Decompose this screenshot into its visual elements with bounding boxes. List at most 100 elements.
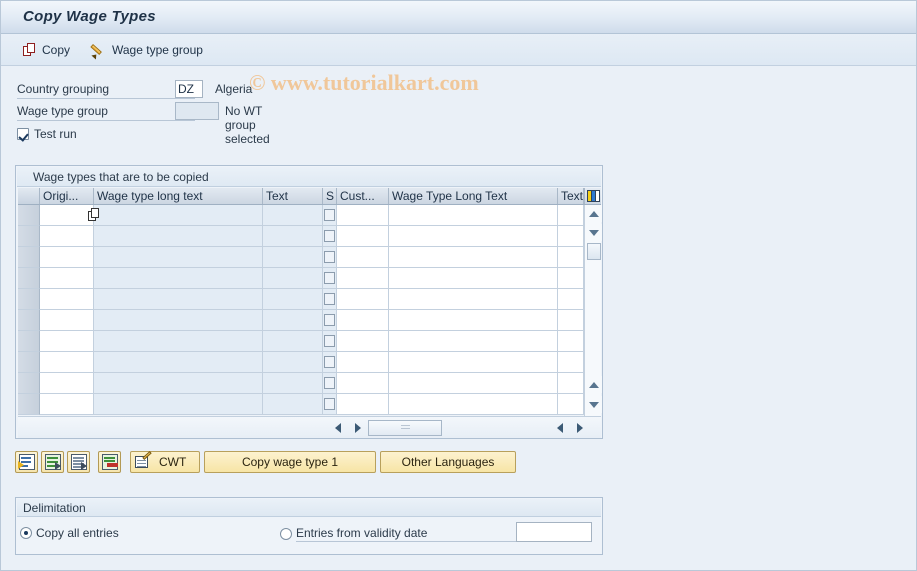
table-cell-s[interactable]: [323, 310, 337, 331]
table-cell-text2[interactable]: [558, 289, 584, 310]
table-cell-wt_long_text_2[interactable]: [389, 352, 558, 373]
scroll-page-up-button[interactable]: [585, 376, 602, 393]
table-row[interactable]: [18, 268, 601, 289]
table-cell-cust[interactable]: [337, 373, 389, 394]
table-cell-s[interactable]: [323, 268, 337, 289]
table-cell-wt_long_text[interactable]: [94, 268, 263, 289]
scroll-left-button[interactable]: [330, 420, 346, 436]
table-cell-origin[interactable]: [40, 205, 94, 226]
other-languages-button[interactable]: Other Languages: [380, 451, 516, 473]
table-row-selector[interactable]: [18, 373, 40, 394]
table-cell-wt_long_text[interactable]: [94, 226, 263, 247]
table-cell-text2[interactable]: [558, 373, 584, 394]
row-select-checkbox[interactable]: [324, 314, 335, 326]
row-select-checkbox[interactable]: [324, 251, 335, 263]
table-cell-text1[interactable]: [263, 226, 323, 247]
table-cell-cust[interactable]: [337, 268, 389, 289]
table-cell-wt_long_text[interactable]: [94, 394, 263, 415]
table-cell-text1[interactable]: [263, 310, 323, 331]
table-cell-wt_long_text[interactable]: [94, 205, 263, 226]
table-cell-text1[interactable]: [263, 352, 323, 373]
table-row[interactable]: [18, 226, 601, 247]
delete-entries-icon[interactable]: [98, 451, 121, 473]
table-cell-wt_long_text_2[interactable]: [389, 394, 558, 415]
scroll-first-column-button[interactable]: [552, 420, 568, 436]
table-cell-origin[interactable]: [40, 310, 94, 331]
table-cell-wt_long_text_2[interactable]: [389, 331, 558, 352]
table-cell-cust[interactable]: [337, 247, 389, 268]
table-cell-wt_long_text_2[interactable]: [389, 247, 558, 268]
grid-column-header-rowhdr[interactable]: [18, 188, 40, 204]
table-cell-wt_long_text_2[interactable]: [389, 373, 558, 394]
grid-column-header-wt-long-text[interactable]: Wage type long text: [94, 188, 263, 204]
table-row[interactable]: [18, 310, 601, 331]
table-cell-s[interactable]: [323, 247, 337, 268]
table-cell-wt_long_text_2[interactable]: [389, 310, 558, 331]
table-cell-wt_long_text[interactable]: [94, 310, 263, 331]
table-cell-origin[interactable]: [40, 394, 94, 415]
validity-date-input[interactable]: [516, 522, 592, 542]
table-cell-s[interactable]: [323, 394, 337, 415]
row-select-checkbox[interactable]: [324, 230, 335, 242]
table-cell-wt_long_text_2[interactable]: [389, 268, 558, 289]
table-cell-s[interactable]: [323, 205, 337, 226]
copy-all-entries-radio[interactable]: [20, 527, 32, 539]
table-cell-s[interactable]: [323, 226, 337, 247]
table-cell-text1[interactable]: [263, 247, 323, 268]
table-row[interactable]: [18, 394, 601, 415]
table-row[interactable]: [18, 373, 601, 394]
table-row[interactable]: [18, 331, 601, 352]
table-cell-cust[interactable]: [337, 331, 389, 352]
table-cell-cust[interactable]: [337, 310, 389, 331]
table-cell-cust[interactable]: [337, 205, 389, 226]
table-cell-text2[interactable]: [558, 247, 584, 268]
table-cell-wt_long_text[interactable]: [94, 247, 263, 268]
table-row[interactable]: [18, 205, 601, 226]
row-select-checkbox[interactable]: [324, 293, 335, 305]
table-cell-s[interactable]: [323, 352, 337, 373]
table-row-selector[interactable]: [18, 394, 40, 415]
grid-column-header-wt-long-text-2[interactable]: Wage Type Long Text: [389, 188, 558, 204]
table-cell-text1[interactable]: [263, 394, 323, 415]
table-cell-wt_long_text[interactable]: [94, 373, 263, 394]
row-select-checkbox[interactable]: [324, 398, 335, 410]
test-run-checkbox-row[interactable]: Test run: [17, 127, 77, 141]
horizontal-scroll-thumb[interactable]: [368, 420, 442, 436]
copy-button[interactable]: Copy: [17, 39, 76, 61]
table-cell-text2[interactable]: [558, 331, 584, 352]
table-cell-origin[interactable]: [40, 373, 94, 394]
table-row-selector[interactable]: [18, 331, 40, 352]
table-cell-text1[interactable]: [263, 373, 323, 394]
table-cell-s[interactable]: [323, 289, 337, 310]
entries-from-validity-date-radio[interactable]: [280, 528, 292, 540]
scroll-right-button[interactable]: [350, 420, 366, 436]
table-row-selector[interactable]: [18, 205, 40, 226]
wage-type-group-button[interactable]: Wage type group: [85, 39, 209, 61]
copy-all-entries-radio-row[interactable]: Copy all entries: [20, 526, 119, 540]
copy-entries-icon[interactable]: [67, 451, 90, 473]
table-cell-cust[interactable]: [337, 352, 389, 373]
table-cell-text2[interactable]: [558, 394, 584, 415]
table-cell-s[interactable]: [323, 373, 337, 394]
table-cell-wt_long_text[interactable]: [94, 352, 263, 373]
table-cell-text2[interactable]: [558, 205, 584, 226]
table-cell-origin[interactable]: [40, 226, 94, 247]
grid-column-header-cust[interactable]: Cust...: [337, 188, 389, 204]
table-cell-wt_long_text[interactable]: [94, 331, 263, 352]
table-row[interactable]: [18, 289, 601, 310]
table-cell-cust[interactable]: [337, 289, 389, 310]
grid-column-header-origin[interactable]: Origi...: [40, 188, 94, 204]
table-row-selector[interactable]: [18, 268, 40, 289]
table-cell-origin[interactable]: [40, 352, 94, 373]
table-cell-text2[interactable]: [558, 352, 584, 373]
test-run-checkbox[interactable]: [17, 128, 29, 140]
table-row-selector[interactable]: [18, 310, 40, 331]
scroll-down-button[interactable]: [585, 224, 602, 241]
scroll-last-column-button[interactable]: [572, 420, 588, 436]
horizontal-scroll-track[interactable]: [368, 420, 546, 436]
grid-column-header-s[interactable]: S: [323, 188, 337, 204]
table-cell-origin[interactable]: [40, 331, 94, 352]
wage-type-group-input[interactable]: [175, 102, 219, 120]
grid-column-header-text-1[interactable]: Text: [263, 188, 323, 204]
table-row-selector[interactable]: [18, 226, 40, 247]
